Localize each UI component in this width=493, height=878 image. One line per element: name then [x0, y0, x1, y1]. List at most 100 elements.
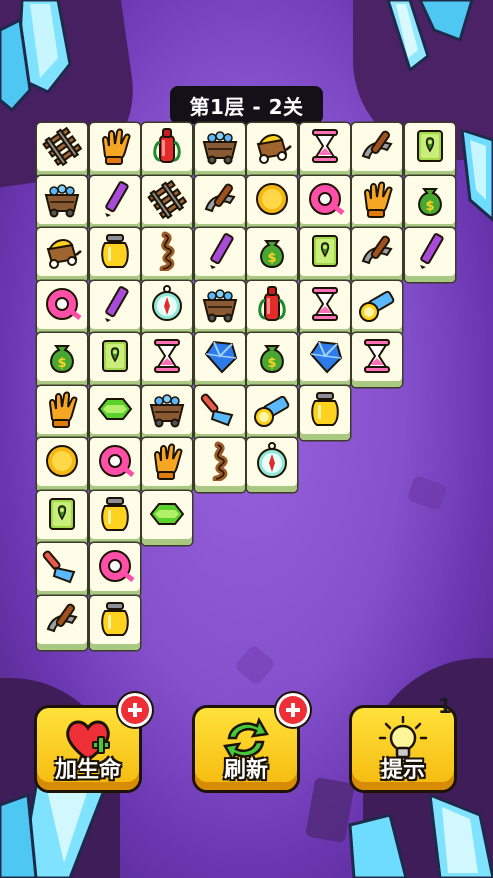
- tile-bottle[interactable]: [247, 280, 297, 335]
- pencil-icon: [104, 180, 129, 217]
- tape-icon: [308, 182, 344, 215]
- tile-jar[interactable]: [89, 490, 140, 545]
- cart-icon: [44, 183, 80, 217]
- svg-text:$: $: [267, 356, 276, 371]
- tile-rope[interactable]: [194, 438, 245, 492]
- emerald-icon: [97, 397, 132, 420]
- tile-moneybag[interactable]: $: [247, 333, 297, 387]
- tile-rake[interactable]: [37, 543, 87, 597]
- crystal-cluster-top-right: [386, 0, 474, 73]
- tile-pencil[interactable]: [89, 280, 140, 335]
- tile-pickaxe[interactable]: [352, 228, 402, 282]
- tile-rail[interactable]: [142, 175, 192, 230]
- tile-tape[interactable]: [37, 280, 87, 335]
- tile-glove[interactable]: [89, 123, 140, 177]
- tile-pickaxe[interactable]: [352, 123, 402, 177]
- tile-bottle[interactable]: [142, 123, 192, 177]
- cart-icon: [202, 131, 237, 165]
- tile-glove[interactable]: [352, 175, 402, 230]
- tile-cart[interactable]: [194, 123, 245, 177]
- hourglass-icon: [364, 339, 390, 373]
- bottle-icon: [153, 128, 181, 163]
- tile-pickaxe[interactable]: [194, 175, 245, 230]
- tile-hourglass[interactable]: [142, 333, 192, 387]
- hint-label: 提示: [380, 758, 425, 783]
- add-life-button[interactable]: 加生命: [37, 696, 149, 790]
- tile-map[interactable]: [89, 333, 140, 387]
- compass-icon: [152, 284, 182, 321]
- map-icon: [101, 340, 128, 372]
- wagon-icon: [46, 239, 82, 269]
- tile-cart[interactable]: [142, 385, 192, 440]
- tile-glove[interactable]: [142, 438, 192, 492]
- tile-pencil[interactable]: [194, 228, 245, 282]
- tile-wagon[interactable]: [247, 123, 297, 177]
- tile-glove[interactable]: [37, 385, 87, 440]
- tile-compass[interactable]: [142, 280, 192, 335]
- wagon-icon: [256, 134, 292, 164]
- tile-cart[interactable]: [194, 280, 245, 335]
- hourglass-icon: [311, 129, 338, 163]
- hint-button[interactable]: 提示: [352, 708, 454, 790]
- tile-moneybag[interactable]: $: [37, 333, 87, 387]
- tile-coin[interactable]: [247, 175, 297, 230]
- glove-icon: [363, 181, 393, 218]
- tile-flashlight[interactable]: [247, 385, 297, 440]
- pebble: [233, 643, 277, 687]
- rail-icon: [147, 179, 187, 219]
- tile-tape[interactable]: [89, 543, 140, 597]
- tile-jar[interactable]: [89, 228, 140, 282]
- tile-pickaxe[interactable]: [37, 595, 87, 650]
- jar-icon: [100, 601, 129, 636]
- tile-hourglass[interactable]: [299, 123, 350, 177]
- pickaxe-icon: [361, 235, 393, 265]
- pencil-icon: [104, 285, 129, 322]
- tile-hourglass[interactable]: [352, 333, 402, 387]
- tile-rake[interactable]: [194, 385, 245, 440]
- tile-moneybag[interactable]: $: [404, 175, 455, 230]
- tile-gem[interactable]: [299, 333, 350, 387]
- tile-map[interactable]: [404, 123, 455, 177]
- hourglass-icon: [311, 286, 338, 321]
- tile-rope[interactable]: [142, 228, 192, 282]
- tile-jar[interactable]: [89, 595, 140, 650]
- flashlight-icon: [359, 290, 395, 322]
- glove-icon: [101, 128, 130, 165]
- moneybag-icon: $: [260, 240, 284, 269]
- emerald-icon: [149, 502, 185, 525]
- tile-map[interactable]: [37, 490, 87, 545]
- tile-map[interactable]: [299, 228, 350, 282]
- tile-emerald[interactable]: [89, 385, 140, 440]
- tile-coin[interactable]: [37, 438, 87, 492]
- crystal-right: [460, 130, 493, 222]
- tile-gem[interactable]: [194, 333, 245, 387]
- moneybag-icon: $: [417, 187, 442, 216]
- gem-icon: [309, 340, 342, 374]
- svg-text:$: $: [267, 251, 276, 266]
- add-life-label: 加生命: [54, 758, 121, 783]
- tape-icon: [98, 445, 134, 477]
- crystal-cluster-bottom-right: [348, 795, 493, 878]
- tile-pencil[interactable]: [89, 175, 140, 230]
- compass-icon: [257, 442, 287, 478]
- tile-compass[interactable]: [247, 438, 297, 492]
- tile-rail[interactable]: [37, 123, 87, 177]
- crystal-cluster-top-left: [0, 0, 72, 113]
- pencil-icon: [209, 233, 234, 269]
- tile-wagon[interactable]: [37, 228, 87, 282]
- tile-moneybag[interactable]: $: [247, 228, 297, 282]
- tile-emerald[interactable]: [142, 490, 192, 545]
- refresh-button[interactable]: 刷新: [195, 696, 307, 790]
- tile-tape[interactable]: [299, 175, 350, 230]
- glove-icon: [48, 391, 78, 428]
- tile-flashlight[interactable]: [352, 280, 402, 335]
- tile-jar[interactable]: [299, 385, 350, 440]
- jar-icon: [100, 234, 129, 268]
- rake-icon: [200, 393, 233, 426]
- pickaxe-icon: [204, 183, 236, 212]
- cart-icon: [149, 393, 185, 427]
- tile-pencil[interactable]: [404, 228, 455, 282]
- tile-cart[interactable]: [37, 175, 87, 230]
- tile-tape[interactable]: [89, 438, 140, 492]
- tile-hourglass[interactable]: [299, 280, 350, 335]
